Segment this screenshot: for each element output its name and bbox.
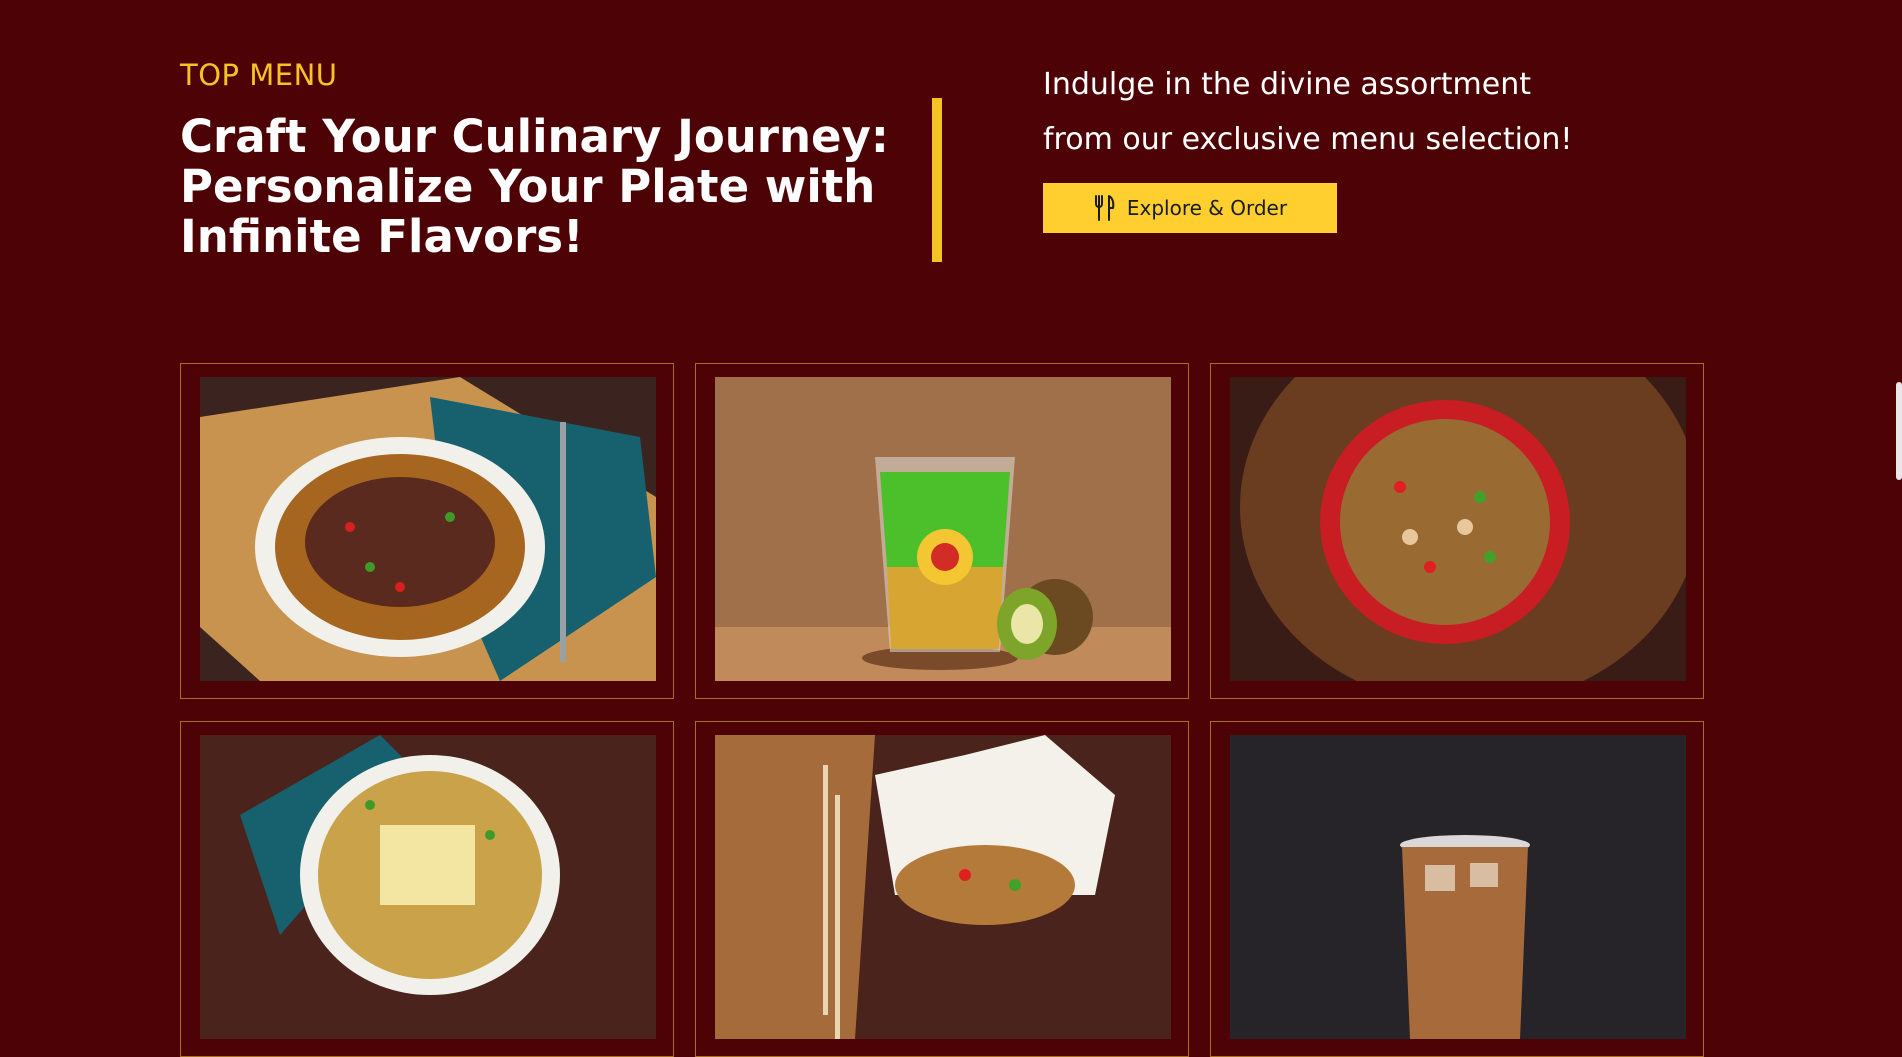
- cheese-noodle-bowl-photo: [200, 735, 656, 1039]
- iced-tea-photo: [1230, 735, 1686, 1039]
- section-eyebrow: TOP MENU: [180, 58, 338, 92]
- menu-card-iced-tea[interactable]: [1210, 721, 1704, 1057]
- menu-card-cheese-noodles[interactable]: [180, 721, 674, 1057]
- chicken-noodle-bowl-photo: [1230, 377, 1686, 681]
- menu-card-chicken-noodles[interactable]: [1210, 363, 1704, 699]
- accent-divider: [932, 98, 942, 262]
- takeaway-noodle-box-photo: [715, 735, 1171, 1039]
- beef-noodle-bowl-photo: [200, 377, 656, 681]
- menu-card-beef-noodles[interactable]: [180, 363, 674, 699]
- menu-card-green-drink[interactable]: [695, 363, 1189, 699]
- explore-order-label: Explore & Order: [1126, 196, 1288, 220]
- explore-order-button[interactable]: Explore & Order: [1043, 183, 1337, 233]
- page-scrollbar[interactable]: [1894, 0, 1902, 905]
- fork-knife-icon: [1093, 195, 1115, 221]
- menu-card-takeaway-box[interactable]: [695, 721, 1189, 1057]
- green-iced-drink-photo: [715, 377, 1171, 681]
- tagline: Indulge in the divine assortment from ou…: [1043, 67, 1573, 157]
- page-headline: Craft Your Culinary Journey: Personalize…: [180, 110, 889, 263]
- scrollbar-thumb[interactable]: [1896, 382, 1902, 480]
